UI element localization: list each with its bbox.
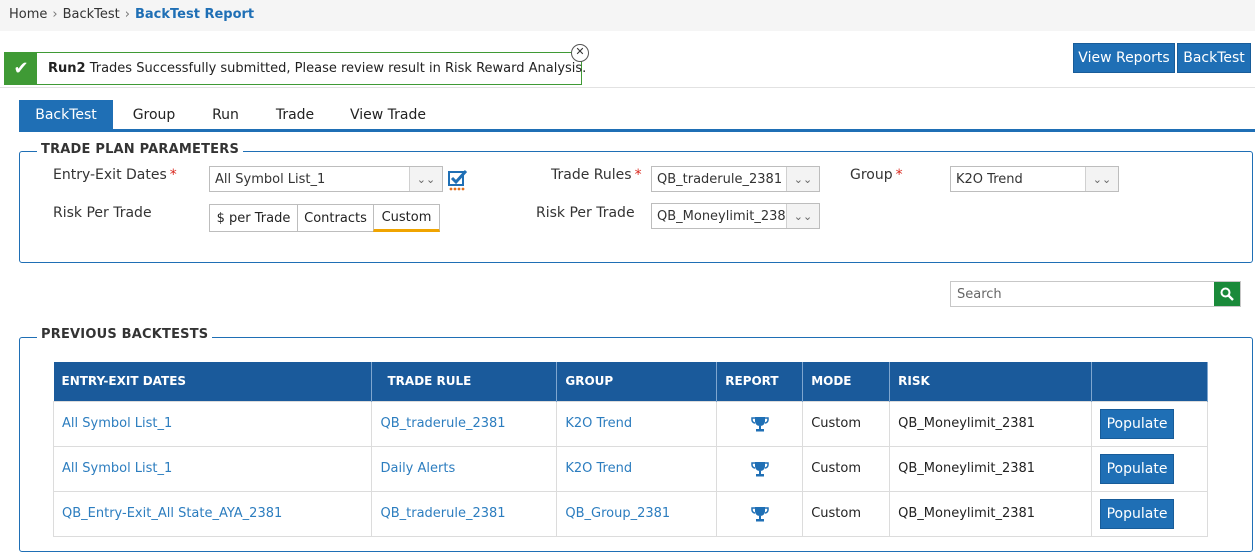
cell-risk: QB_Moneylimit_2381: [889, 400, 1093, 447]
chevron-down-icon: ⌄⌄: [786, 167, 819, 191]
breadcrumb: Home › BackTest › BackTest Report: [9, 7, 254, 22]
checkmark-icon: ✔: [5, 53, 37, 84]
trophy-icon[interactable]: [750, 506, 769, 522]
tab-backtest[interactable]: BackTest: [19, 100, 113, 130]
cell-dates-link[interactable]: All Symbol List_1: [52, 445, 373, 492]
table-row: All Symbol List_1 Daily Alerts K2O Trend…: [52, 445, 1208, 492]
group-value: K2O Trend: [956, 172, 1023, 187]
cell-rule-link[interactable]: Daily Alerts: [371, 445, 558, 492]
risk-option-contracts[interactable]: Contracts: [297, 204, 374, 232]
populate-button[interactable]: Populate: [1100, 453, 1175, 484]
cell-mode: Custom: [802, 445, 891, 492]
cell-action: Populate: [1091, 445, 1208, 492]
column-header-action: [1091, 362, 1208, 401]
breadcrumb-separator: ›: [124, 7, 130, 22]
previous-backtests-title: PREVIOUS BACKTESTS: [37, 327, 213, 342]
entry-exit-value: All Symbol List_1: [215, 172, 326, 187]
alert-message: Run2 Trades Successfully submitted, Plea…: [48, 61, 586, 76]
cell-report: [716, 490, 804, 537]
backtest-button[interactable]: BackTest: [1177, 43, 1251, 73]
risk-option-custom[interactable]: Custom: [373, 204, 440, 232]
tab-view-trade[interactable]: View Trade: [338, 100, 438, 130]
tab-group[interactable]: Group: [120, 100, 188, 130]
backtests-table: ENTRY-EXIT DATES TRADE RULE GROUP REPORT…: [52, 362, 1208, 537]
breadcrumb-current: BackTest Report: [134, 7, 255, 22]
table-row: QB_Entry-Exit_All State_AYA_2381 QB_trad…: [52, 490, 1208, 537]
search-button[interactable]: [1214, 282, 1240, 306]
group-label: Group *: [850, 167, 903, 183]
tab-underline: [19, 129, 1255, 132]
required-mark: *: [895, 167, 903, 183]
column-header-report[interactable]: REPORT: [716, 362, 804, 401]
trade-plan-title: TRADE PLAN PARAMETERS: [37, 142, 244, 157]
cell-risk: QB_Moneylimit_2381: [889, 490, 1093, 537]
search-icon: [1220, 287, 1234, 301]
required-mark: *: [169, 167, 177, 183]
cell-report: [716, 445, 804, 492]
risk-option-dollar[interactable]: $ per Trade: [209, 204, 298, 232]
table-row: All Symbol List_1 QB_traderule_2381 K2O …: [52, 400, 1208, 447]
group-label-text: Group: [850, 167, 893, 183]
alert-run-name: Run2: [48, 61, 86, 76]
required-mark: *: [634, 167, 642, 183]
table-header-row: ENTRY-EXIT DATES TRADE RULE GROUP REPORT…: [53, 362, 1208, 401]
risk-select[interactable]: QB_Moneylimit_2381 ⌄⌄: [651, 203, 820, 229]
search-box: [950, 281, 1241, 307]
trophy-icon[interactable]: [750, 461, 769, 477]
breadcrumb-separator: ›: [52, 7, 58, 22]
cell-mode: Custom: [802, 490, 891, 537]
column-header-mode[interactable]: MODE: [802, 362, 891, 401]
view-reports-button[interactable]: View Reports: [1073, 43, 1175, 73]
breadcrumb-bar: Home › BackTest › BackTest Report: [0, 0, 1255, 31]
cell-action: Populate: [1091, 400, 1208, 447]
cell-action: Populate: [1091, 490, 1208, 537]
success-alert: ✔ Run2 Trades Successfully submitted, Pl…: [4, 44, 589, 85]
cell-dates-link[interactable]: All Symbol List_1: [52, 400, 373, 447]
entry-exit-label-text: Entry-Exit Dates: [53, 167, 167, 183]
column-header-rule[interactable]: TRADE RULE: [371, 362, 558, 401]
tab-run[interactable]: Run: [198, 100, 253, 130]
trade-rules-value: QB_traderule_2381: [657, 172, 783, 187]
entry-exit-label: Entry-Exit Dates *: [53, 167, 177, 183]
cell-rule-link[interactable]: QB_traderule_2381: [371, 490, 558, 537]
risk-per-trade-label-2: Risk Per Trade: [536, 205, 635, 221]
risk-value: QB_Moneylimit_2381: [657, 209, 785, 224]
column-header-risk[interactable]: RISK: [889, 362, 1093, 401]
cell-mode: Custom: [802, 400, 891, 447]
breadcrumb-home[interactable]: Home: [9, 7, 47, 22]
trade-rules-select[interactable]: QB_traderule_2381 ⌄⌄: [651, 166, 820, 192]
populate-button[interactable]: Populate: [1100, 498, 1175, 529]
trade-rules-label-text: Trade Rules: [551, 167, 632, 183]
populate-button[interactable]: Populate: [1100, 408, 1175, 439]
divider: [0, 87, 1255, 88]
alert-text: Trades Successfully submitted, Please re…: [85, 61, 587, 76]
column-header-group[interactable]: GROUP: [556, 362, 718, 401]
entry-exit-select[interactable]: All Symbol List_1 ⌄⌄: [209, 166, 443, 192]
trade-rules-label: Trade Rules *: [551, 167, 642, 183]
tab-trade[interactable]: Trade: [262, 100, 328, 130]
checklist-icon[interactable]: [448, 169, 468, 191]
cell-risk: QB_Moneylimit_2381: [889, 445, 1093, 492]
column-header-dates[interactable]: ENTRY-EXIT DATES: [53, 362, 373, 401]
risk-per-trade-label: Risk Per Trade: [53, 205, 152, 221]
trophy-icon[interactable]: [750, 416, 769, 432]
close-icon[interactable]: ✕: [571, 44, 589, 62]
cell-group-link[interactable]: QB_Group_2381: [556, 490, 718, 537]
cell-rule-link[interactable]: QB_traderule_2381: [371, 400, 558, 447]
cell-group-link[interactable]: K2O Trend: [556, 445, 718, 492]
chevron-down-icon: ⌄⌄: [409, 167, 442, 191]
cell-report: [716, 400, 804, 447]
chevron-down-icon: ⌄⌄: [786, 204, 819, 228]
cell-dates-link[interactable]: QB_Entry-Exit_All State_AYA_2381: [52, 490, 373, 537]
cell-group-link[interactable]: K2O Trend: [556, 400, 718, 447]
search-input[interactable]: [951, 282, 1214, 306]
group-select[interactable]: K2O Trend ⌄⌄: [950, 166, 1119, 192]
chevron-down-icon: ⌄⌄: [1085, 167, 1118, 191]
breadcrumb-backtest[interactable]: BackTest: [63, 7, 120, 22]
